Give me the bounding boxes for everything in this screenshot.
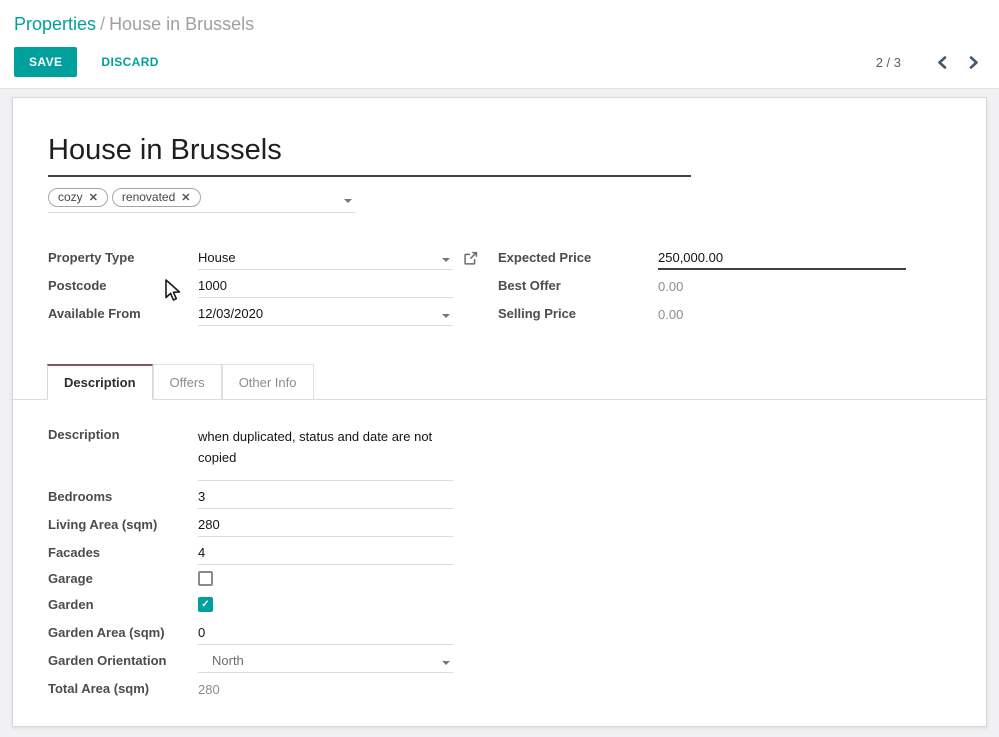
garage-label: Garage: [48, 571, 198, 586]
expected-price-field[interactable]: 250,000.00: [658, 248, 906, 270]
living-area-value: 280: [198, 517, 220, 532]
title-field[interactable]: House in Brussels: [48, 134, 691, 177]
best-offer-label: Best Offer: [498, 278, 658, 298]
form-sheet: House in Brussels cozy ✕ renovated ✕ Pro…: [12, 97, 987, 727]
garden-orientation-value: North: [212, 653, 244, 668]
total-area-row: Total Area (sqm) 280: [48, 673, 951, 701]
expected-price-label: Expected Price: [498, 250, 658, 270]
available-from-field[interactable]: 12/03/2020: [198, 304, 453, 326]
tag-renovated[interactable]: renovated ✕: [112, 188, 201, 207]
living-area-field[interactable]: 280: [198, 515, 453, 537]
breadcrumb-separator: /: [100, 14, 105, 34]
description-label: Description: [48, 425, 198, 481]
garage-row: Garage ✓: [48, 565, 951, 591]
bedrooms-row: Bedrooms 3: [48, 481, 951, 509]
living-area-row: Living Area (sqm) 280: [48, 509, 951, 537]
toolbar: SAVE DISCARD 2 / 3: [14, 47, 983, 77]
garden-orientation-row: Garden Orientation North: [48, 645, 951, 673]
available-from-row: Available From 12/03/2020: [48, 298, 498, 326]
property-type-row: Property Type House: [48, 242, 498, 270]
notebook-tabs: Description Offers Other Info: [13, 363, 986, 400]
facades-row: Facades 4: [48, 537, 951, 565]
expected-price-row: Expected Price 250,000.00: [498, 242, 951, 270]
description-row: Description when duplicated, status and …: [48, 425, 951, 481]
total-area-value: 280: [198, 680, 453, 701]
tab-offers[interactable]: Offers: [153, 364, 222, 400]
chevron-right-icon: [968, 56, 979, 69]
date-caret-icon[interactable]: [442, 314, 450, 318]
garden-area-label: Garden Area (sqm): [48, 625, 198, 645]
garden-checkbox[interactable]: ✓: [198, 597, 213, 612]
postcode-label: Postcode: [48, 278, 198, 298]
garden-area-value: 0: [198, 625, 205, 640]
garden-area-field[interactable]: 0: [198, 623, 453, 645]
garden-area-row: Garden Area (sqm) 0: [48, 617, 951, 645]
tag-remove-icon[interactable]: ✕: [89, 191, 98, 204]
selling-price-row: Selling Price 0.00: [498, 298, 951, 326]
tag-cozy[interactable]: cozy ✕: [48, 188, 108, 207]
selling-price-label: Selling Price: [498, 306, 658, 326]
tag-label: cozy: [58, 190, 83, 204]
breadcrumb: Properties/House in Brussels: [14, 13, 983, 35]
form-view-container: House in Brussels cozy ✕ renovated ✕ Pro…: [0, 89, 999, 727]
postcode-row: Postcode 1000: [48, 270, 498, 298]
field-group: Property Type House Postcode 1000: [48, 242, 951, 326]
property-name-input[interactable]: House in Brussels: [48, 134, 691, 166]
garden-label: Garden: [48, 597, 198, 612]
facades-field[interactable]: 4: [198, 543, 453, 565]
garden-orientation-select[interactable]: North: [198, 651, 453, 673]
breadcrumb-current: House in Brussels: [109, 14, 254, 34]
select-caret-icon[interactable]: [442, 661, 450, 665]
pager-count: 2 / 3: [876, 55, 901, 70]
available-from-label: Available From: [48, 306, 198, 326]
dropdown-caret-icon[interactable]: [442, 258, 450, 262]
available-from-value: 12/03/2020: [198, 306, 263, 321]
pager: 2 / 3: [876, 54, 983, 71]
living-area-label: Living Area (sqm): [48, 517, 198, 537]
bedrooms-field[interactable]: 3: [198, 487, 453, 509]
description-textarea[interactable]: when duplicated, status and date are not…: [198, 425, 453, 481]
tab-other-info[interactable]: Other Info: [222, 364, 314, 400]
property-type-label: Property Type: [48, 250, 198, 270]
property-type-field[interactable]: House: [198, 248, 453, 270]
save-button[interactable]: SAVE: [14, 47, 77, 77]
right-field-column: Expected Price 250,000.00 Best Offer 0.0…: [498, 242, 951, 326]
tab-description[interactable]: Description: [47, 364, 153, 400]
external-link-icon[interactable]: [463, 251, 478, 270]
tag-remove-icon[interactable]: ✕: [181, 191, 190, 204]
top-header: Properties/House in Brussels SAVE DISCAR…: [0, 0, 999, 89]
tag-label: renovated: [122, 190, 175, 204]
bedrooms-label: Bedrooms: [48, 489, 198, 509]
bedrooms-value: 3: [198, 489, 205, 504]
facades-label: Facades: [48, 545, 198, 565]
chevron-left-icon: [937, 56, 948, 69]
postcode-value: 1000: [198, 278, 227, 293]
selling-price-value: 0.00: [658, 305, 906, 326]
check-icon: ✓: [201, 599, 209, 610]
description-tab-pane: Description when duplicated, status and …: [48, 400, 951, 701]
breadcrumb-properties-link[interactable]: Properties: [14, 14, 96, 34]
total-area-label: Total Area (sqm): [48, 681, 198, 701]
discard-button[interactable]: DISCARD: [87, 48, 172, 76]
garden-orientation-label: Garden Orientation: [48, 653, 198, 673]
postcode-field[interactable]: 1000: [198, 276, 453, 298]
tags-dropdown-caret-icon[interactable]: [344, 199, 352, 203]
left-field-column: Property Type House Postcode 1000: [48, 242, 498, 326]
pager-next-button[interactable]: [964, 54, 983, 71]
pager-previous-button[interactable]: [933, 54, 952, 71]
property-type-value: House: [198, 250, 236, 265]
best-offer-value: 0.00: [658, 277, 906, 298]
tags-input[interactable]: cozy ✕ renovated ✕: [48, 188, 356, 213]
garden-row: Garden ✓: [48, 591, 951, 617]
facades-value: 4: [198, 545, 205, 560]
expected-price-value: 250,000.00: [658, 250, 723, 265]
garage-checkbox[interactable]: ✓: [198, 571, 213, 586]
best-offer-row: Best Offer 0.00: [498, 270, 951, 298]
